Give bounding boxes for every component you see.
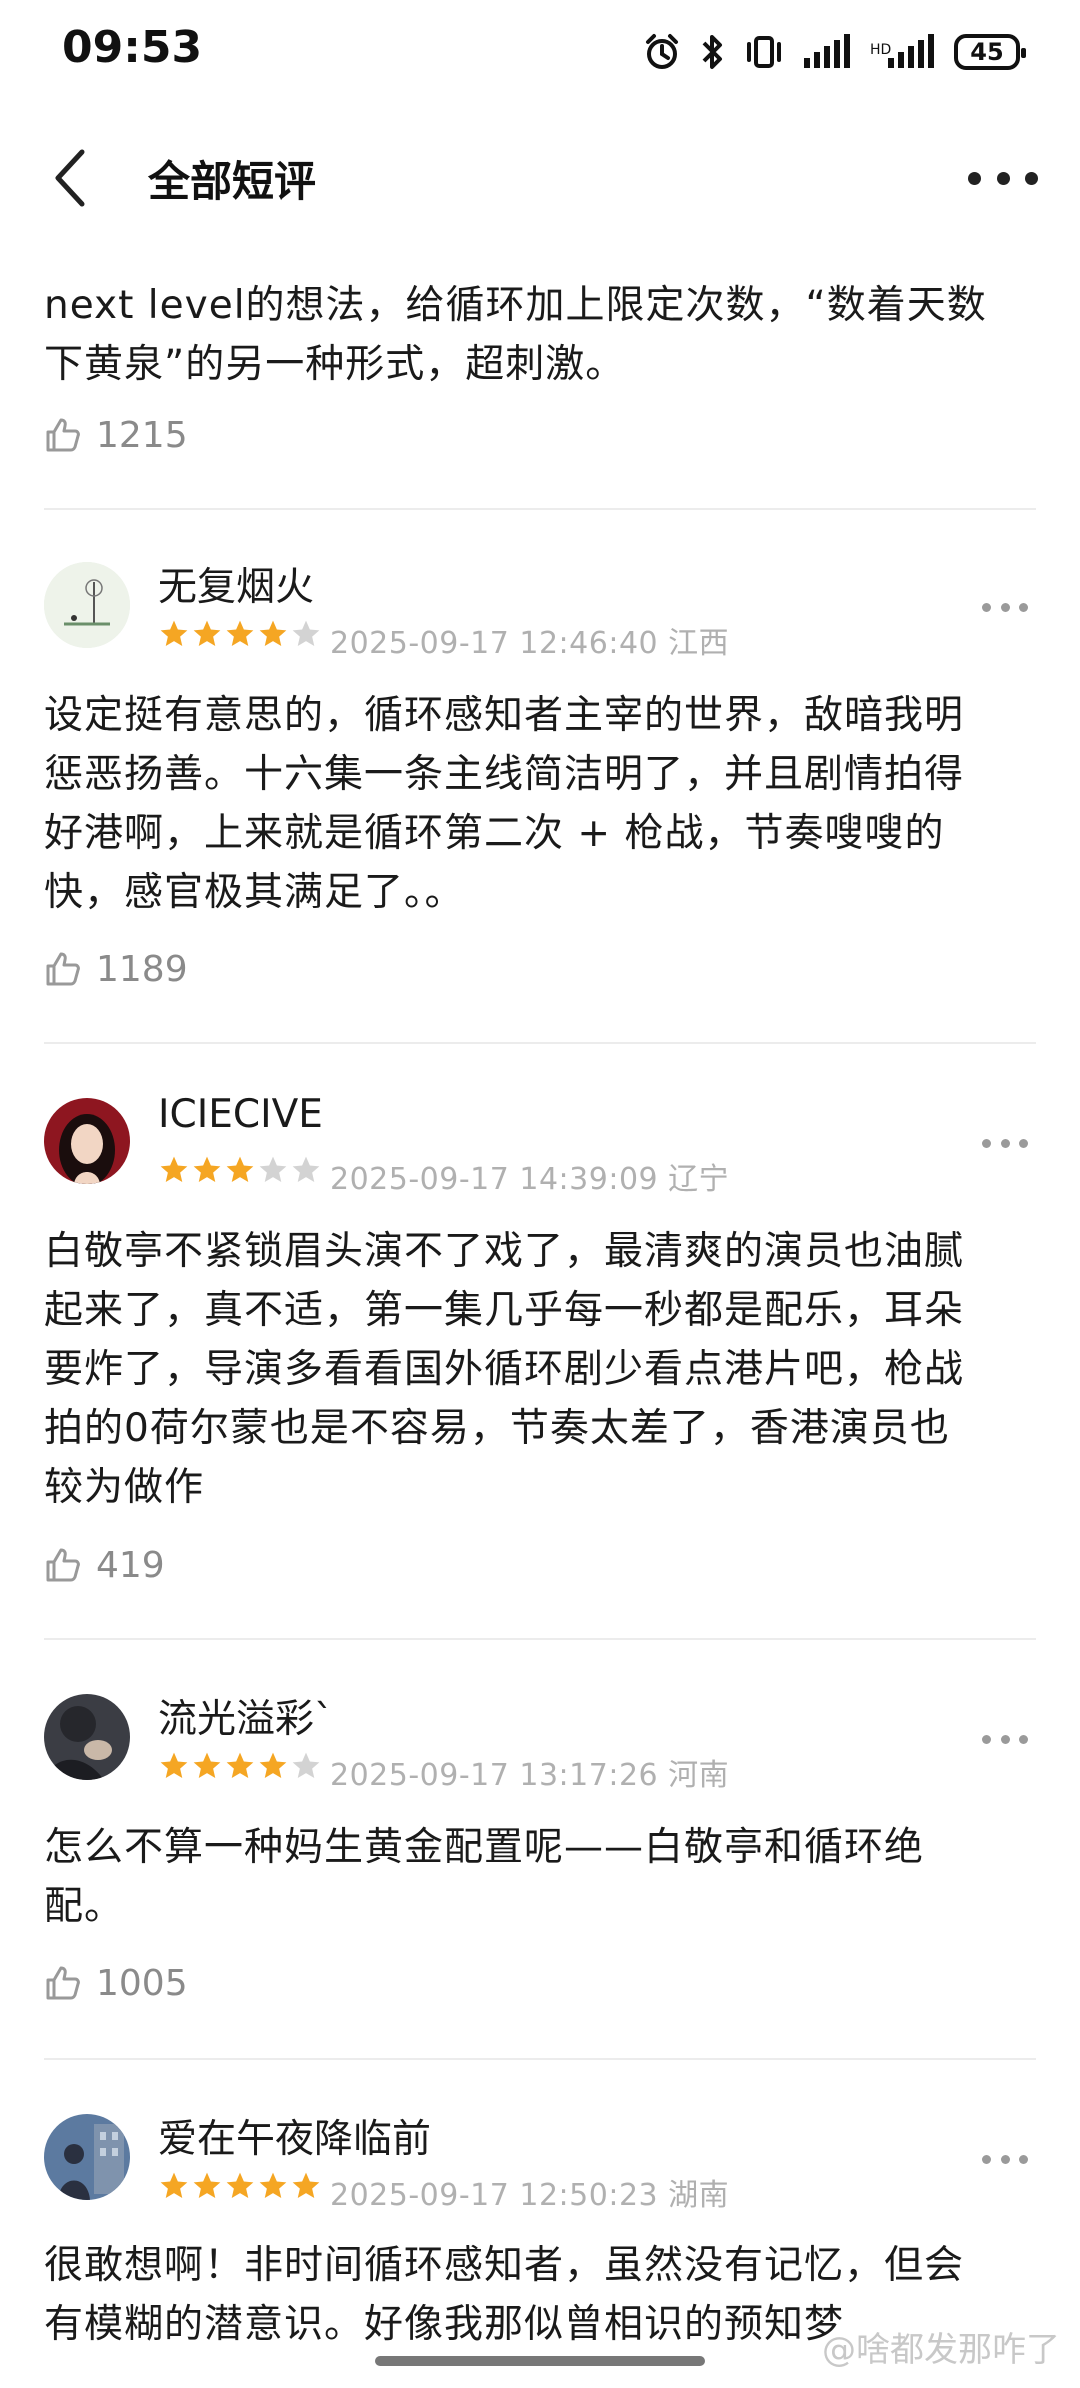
- avatar[interactable]: [44, 2114, 130, 2200]
- watermark: @啥都发那咋了: [822, 2322, 1060, 2371]
- thumbs-up-icon: [46, 1966, 80, 2000]
- battery-icon: 45: [954, 34, 1026, 70]
- nav-bar: 全部短评: [0, 118, 1080, 238]
- more-options-button[interactable]: [968, 158, 1038, 198]
- review-text: 白敬亭不紧锁眉头演不了戏了，最清爽的演员也油腻 起来了，真不适，第一集几乎每一秒…: [44, 1229, 965, 1510]
- more-options-button[interactable]: [982, 1136, 1028, 1150]
- more-options-button[interactable]: [982, 2152, 1028, 2166]
- review-text: next level的想法，给循环加上限定次数，“数着天数 下黄泉”的另一种形式…: [44, 283, 987, 387]
- like-count: 1005: [96, 1962, 188, 2004]
- star-filled-icon: [292, 2172, 320, 2198]
- star-empty-icon: [259, 1156, 287, 1182]
- username[interactable]: 无复烟火: [158, 556, 314, 612]
- more-horizontal-icon: [968, 171, 981, 185]
- star-filled-icon: [193, 1156, 221, 1182]
- like-button[interactable]: 1189: [44, 944, 188, 994]
- signal-icon: [804, 34, 850, 68]
- star-rating: [158, 2170, 322, 2206]
- thumbs-up-icon: [46, 1548, 80, 1582]
- star-filled-icon: [259, 620, 287, 646]
- home-indicator[interactable]: [375, 2356, 705, 2366]
- thumbs-up-icon: [46, 418, 80, 452]
- divider: [44, 1042, 1036, 1044]
- star-filled-icon: [193, 1752, 221, 1778]
- svg-text:HD: HD: [870, 42, 891, 58]
- username[interactable]: ICIECIVE: [158, 1092, 323, 1137]
- review-text: 设定挺有意思的，循环感知者主宰的世界，敌暗我明 惩恶扬善。十六集一条主线简洁明了…: [44, 693, 965, 915]
- star-filled-icon: [160, 1752, 188, 1778]
- avatar[interactable]: [44, 1694, 130, 1780]
- divider: [44, 2058, 1036, 2060]
- more-horizontal-icon: [982, 1138, 991, 1148]
- star-filled-icon: [160, 1156, 188, 1182]
- divider: [44, 508, 1036, 510]
- more-horizontal-icon: [982, 2154, 991, 2164]
- star-rating: [158, 618, 322, 654]
- star-empty-icon: [292, 1156, 320, 1182]
- username[interactable]: 爱在午夜降临前: [158, 2108, 431, 2164]
- avatar-image: [44, 562, 130, 648]
- star-filled-icon: [160, 2172, 188, 2198]
- like-button[interactable]: 1215: [44, 410, 188, 460]
- like-count: 1189: [96, 948, 188, 990]
- star-rating: [158, 1154, 322, 1190]
- watermark-text: @啥都发那咋了: [822, 2330, 1060, 2370]
- like-count: 1215: [96, 414, 188, 456]
- divider: [44, 1638, 1036, 1640]
- vibrate-icon: [747, 36, 781, 68]
- star-filled-icon: [160, 620, 188, 646]
- avatar-image: [44, 1694, 130, 1780]
- status-icons: HD 45: [642, 28, 1026, 76]
- star-rating: [158, 1750, 322, 1786]
- signal-icon: HD: [870, 34, 934, 68]
- star-empty-icon: [292, 1752, 320, 1778]
- review-meta: 2025-09-17 14:39:09 辽宁: [330, 1162, 730, 1197]
- page-title: 全部短评: [148, 157, 317, 206]
- like-button[interactable]: 419: [44, 1540, 165, 1590]
- chevron-left-icon: [55, 149, 85, 207]
- review-meta: 2025-09-17 13:17:26 河南: [330, 1758, 730, 1793]
- like-button[interactable]: 1005: [44, 1958, 188, 2008]
- avatar-image: [44, 1098, 130, 1184]
- star-filled-icon: [226, 1752, 254, 1778]
- avatar-image: [44, 2114, 130, 2200]
- status-time: 09:53: [62, 22, 203, 73]
- star-filled-icon: [259, 2172, 287, 2198]
- avatar[interactable]: [44, 562, 130, 648]
- alarm-icon: [646, 34, 678, 69]
- thumbs-up-icon: [46, 952, 80, 986]
- review-meta: 2025-09-17 12:50:23 湖南: [330, 2178, 730, 2213]
- star-empty-icon: [292, 620, 320, 646]
- star-filled-icon: [193, 2172, 221, 2198]
- battery-level: 45: [970, 38, 1004, 66]
- star-filled-icon: [226, 620, 254, 646]
- like-count: 419: [96, 1544, 165, 1586]
- star-filled-icon: [259, 1752, 287, 1778]
- star-filled-icon: [226, 1156, 254, 1182]
- bluetooth-icon: [702, 35, 722, 69]
- username[interactable]: 流光溢彩`: [158, 1688, 334, 1744]
- more-options-button[interactable]: [982, 600, 1028, 614]
- star-filled-icon: [226, 2172, 254, 2198]
- back-button[interactable]: [40, 142, 100, 214]
- status-bar: 09:53 HD 45: [0, 0, 1080, 110]
- more-horizontal-icon: [982, 1734, 991, 1744]
- review-meta: 2025-09-17 12:46:40 江西: [330, 626, 730, 661]
- avatar[interactable]: [44, 1098, 130, 1184]
- more-horizontal-icon: [982, 602, 991, 612]
- review-text: 怎么不算一种妈生黄金配置呢——白敬亭和循环绝 配。: [44, 1825, 925, 1929]
- more-options-button[interactable]: [982, 1732, 1028, 1746]
- star-filled-icon: [193, 620, 221, 646]
